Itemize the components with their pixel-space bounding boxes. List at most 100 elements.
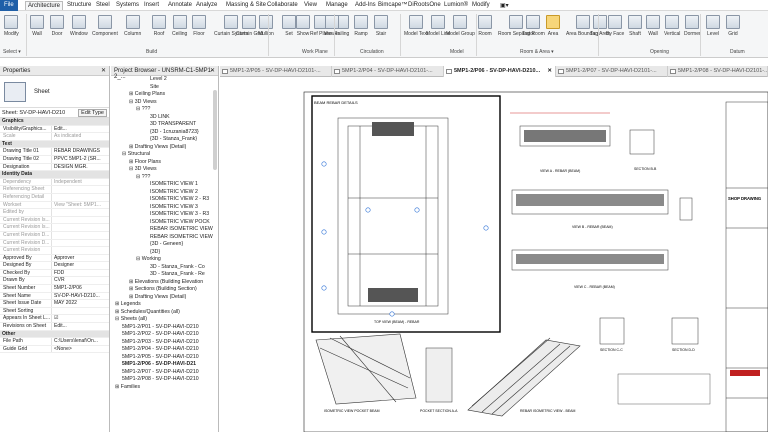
ribbon-button-24[interactable]: By Face bbox=[606, 15, 624, 37]
tree-node[interactable]: ⊞ Elevations (Building Elevation bbox=[111, 279, 218, 287]
tree-node[interactable]: ⊟ 3D Views bbox=[111, 99, 218, 107]
property-row[interactable]: Scale As indicated bbox=[0, 133, 109, 141]
menu-0[interactable]: File bbox=[0, 0, 18, 11]
tree-node[interactable]: ISOMETRIC VIEW POCK bbox=[111, 219, 218, 227]
ribbon-button-4[interactable]: Component bbox=[92, 15, 118, 37]
property-value[interactable]: FDD bbox=[52, 270, 109, 277]
tree-node[interactable]: 3D - Stanza_Frank - Co bbox=[111, 264, 218, 272]
ribbon-button-8[interactable]: Floor bbox=[192, 15, 206, 37]
property-row[interactable]: Edited by bbox=[0, 209, 109, 217]
ribbon-button-6[interactable]: Roof bbox=[152, 15, 166, 37]
property-value[interactable]: As indicated bbox=[52, 133, 109, 140]
property-value[interactable] bbox=[52, 240, 109, 247]
property-value[interactable]: C:\Users\lenaf\On... bbox=[52, 338, 109, 345]
menu-9[interactable]: Collaborate bbox=[265, 1, 300, 9]
ribbon-button-29[interactable]: Level bbox=[706, 15, 720, 37]
property-row[interactable]: Dependency Independent bbox=[0, 178, 109, 187]
property-value[interactable] bbox=[52, 194, 109, 201]
property-value[interactable]: CVR bbox=[52, 277, 109, 284]
menu-1[interactable]: Architecture bbox=[25, 1, 64, 10]
tree-node[interactable]: Level 2 bbox=[111, 76, 218, 84]
ribbon-button-3[interactable]: Window bbox=[70, 15, 88, 37]
ribbon-button-15[interactable]: Model Text bbox=[404, 15, 428, 37]
property-row[interactable]: Sheet Name SV-DP-HAVI-D210... bbox=[0, 292, 109, 301]
property-row[interactable]: Approved By Approver bbox=[0, 254, 109, 263]
property-row[interactable]: Appears In Sheet L... ☑ bbox=[0, 315, 109, 324]
ribbon-button-14[interactable]: Stair bbox=[374, 15, 388, 37]
ribbon-button-1[interactable]: Wall bbox=[30, 15, 44, 37]
ribbon-button-25[interactable]: Shaft bbox=[628, 15, 642, 37]
property-row[interactable]: Other bbox=[0, 330, 109, 339]
property-row[interactable]: Sheet Issue Date MAY 2022 bbox=[0, 300, 109, 308]
tree-node[interactable]: ⊟ ??? bbox=[111, 106, 218, 114]
close-icon[interactable]: ✕ bbox=[210, 67, 215, 74]
tree-node[interactable]: 5MP1-2/P03 - SV-DP-HAVI-D210 bbox=[111, 339, 218, 347]
menu-5[interactable]: Insert bbox=[142, 1, 161, 9]
tree-node[interactable]: ISOMETRIC VIEW 3 bbox=[111, 204, 218, 212]
ribbon-button-28[interactable]: Dormer bbox=[684, 15, 701, 37]
tree-node[interactable]: ⊞ Drafting Views (Detail) bbox=[111, 294, 218, 302]
menu-2[interactable]: Structure bbox=[65, 1, 93, 9]
property-value[interactable]: View "Sheet: 5MP1... bbox=[52, 202, 109, 209]
menu-11[interactable]: Manage bbox=[324, 1, 350, 9]
menu-8[interactable]: Massing & Site bbox=[224, 1, 268, 9]
view-tab[interactable]: 5MP1-2/P04 - SV-DP-HAVI-D2101-... bbox=[332, 66, 444, 77]
property-row[interactable]: Current Revision D... bbox=[0, 231, 109, 240]
tree-node[interactable]: ⊟ 3D Views bbox=[111, 166, 218, 174]
property-value[interactable] bbox=[52, 186, 109, 193]
property-row[interactable]: Drawing Title 01 REBAR DRAWINGS bbox=[0, 148, 109, 156]
property-value[interactable] bbox=[52, 232, 109, 239]
tree-node[interactable]: 3D - Stanza_Frank - Re bbox=[111, 271, 218, 279]
close-icon[interactable]: ✕ bbox=[101, 67, 106, 74]
property-value[interactable]: PPVC 5MP1-2 (SR... bbox=[52, 156, 109, 163]
tree-node[interactable]: Site bbox=[111, 84, 218, 92]
ribbon-button-7[interactable]: Ceiling bbox=[172, 15, 187, 37]
property-value[interactable]: Edit... bbox=[52, 126, 109, 133]
type-selector[interactable]: Sheet bbox=[0, 76, 109, 108]
tree-node[interactable]: ⊟ Sheets (all) bbox=[111, 316, 218, 324]
tree-node[interactable]: ⊟ ??? bbox=[111, 174, 218, 182]
view-tab[interactable]: 5MP1-2/P08 - SV-DP-HAVI-D2101-... bbox=[668, 66, 768, 77]
menu-7[interactable]: Analyze bbox=[194, 1, 219, 9]
property-row[interactable]: Drawn By CVR bbox=[0, 277, 109, 286]
tree-node[interactable]: ⊞ Schedules/Quantities (all) bbox=[111, 309, 218, 317]
ribbon-button-26[interactable]: Wall bbox=[646, 15, 660, 37]
tree-node[interactable]: ISOMETRIC VIEW 2 bbox=[111, 189, 218, 197]
tree-node[interactable]: ⊞ Ceiling Plans bbox=[111, 91, 218, 99]
ribbon-button-2[interactable]: Door bbox=[50, 15, 64, 37]
tree-node[interactable]: REBAR ISOMETRIC VIEW bbox=[111, 226, 218, 234]
property-value[interactable]: Designer bbox=[52, 262, 109, 269]
tree-node[interactable]: 5MP1-2/P05 - SV-DP-HAVI-D210 bbox=[111, 354, 218, 362]
property-value[interactable] bbox=[52, 224, 109, 231]
workplane-button-3[interactable]: Viewer bbox=[324, 15, 339, 37]
ribbon-button-5[interactable]: Column bbox=[124, 15, 141, 37]
menu-14[interactable]: DiRootsOne bbox=[406, 1, 443, 9]
tree-node[interactable]: REBAR ISOMETRIC VIEW bbox=[111, 234, 218, 242]
tree-node[interactable]: ⊟ Structural bbox=[111, 151, 218, 159]
tree-node[interactable]: ISOMETRIC VIEW 2 - R3 bbox=[111, 196, 218, 204]
property-row[interactable]: Checked By FDD bbox=[0, 269, 109, 278]
tree-node[interactable]: ⊟ Working bbox=[111, 256, 218, 264]
property-value[interactable] bbox=[52, 247, 109, 254]
property-value[interactable]: DESIGN MGR. bbox=[52, 164, 109, 171]
property-row[interactable]: Graphics bbox=[0, 118, 109, 126]
property-row[interactable]: Visibility/Graphics... Edit... bbox=[0, 125, 109, 134]
property-value[interactable] bbox=[52, 308, 109, 315]
tree-node[interactable]: 5MP1-2/P02 - SV-DP-HAVI-D210 bbox=[111, 331, 218, 339]
view-tab[interactable]: 5MP1-2/P06 - SV-DP-HAVI-D210... ✕ bbox=[444, 66, 556, 77]
property-value[interactable]: <None> bbox=[52, 346, 109, 353]
tree-node[interactable]: ⊞ Legends bbox=[111, 301, 218, 309]
ribbon-button-11[interactable]: Mullion bbox=[258, 15, 274, 37]
menu-13[interactable]: Bimcape™ bbox=[376, 1, 409, 9]
property-value[interactable]: MAY 2022 bbox=[52, 300, 109, 307]
tree-node[interactable]: 5MP1-2/P08 - SV-DP-HAVI-D210 bbox=[111, 376, 218, 384]
property-value[interactable] bbox=[52, 217, 109, 224]
menu-6[interactable]: Annotate bbox=[166, 1, 194, 9]
property-value[interactable]: 5MP1-2/P06 bbox=[52, 285, 109, 292]
ribbon-button-30[interactable]: Grid bbox=[726, 15, 740, 37]
property-value[interactable]: Approver bbox=[52, 255, 109, 262]
property-value[interactable]: Edit... bbox=[52, 323, 109, 330]
property-row[interactable]: Workset View "Sheet: 5MP1... bbox=[0, 201, 109, 210]
property-row[interactable]: Drawing Title 02 PPVC 5MP1-2 (SR... bbox=[0, 155, 109, 164]
tree-node[interactable]: ⊞ Drafting Views (Detail) bbox=[111, 144, 218, 152]
